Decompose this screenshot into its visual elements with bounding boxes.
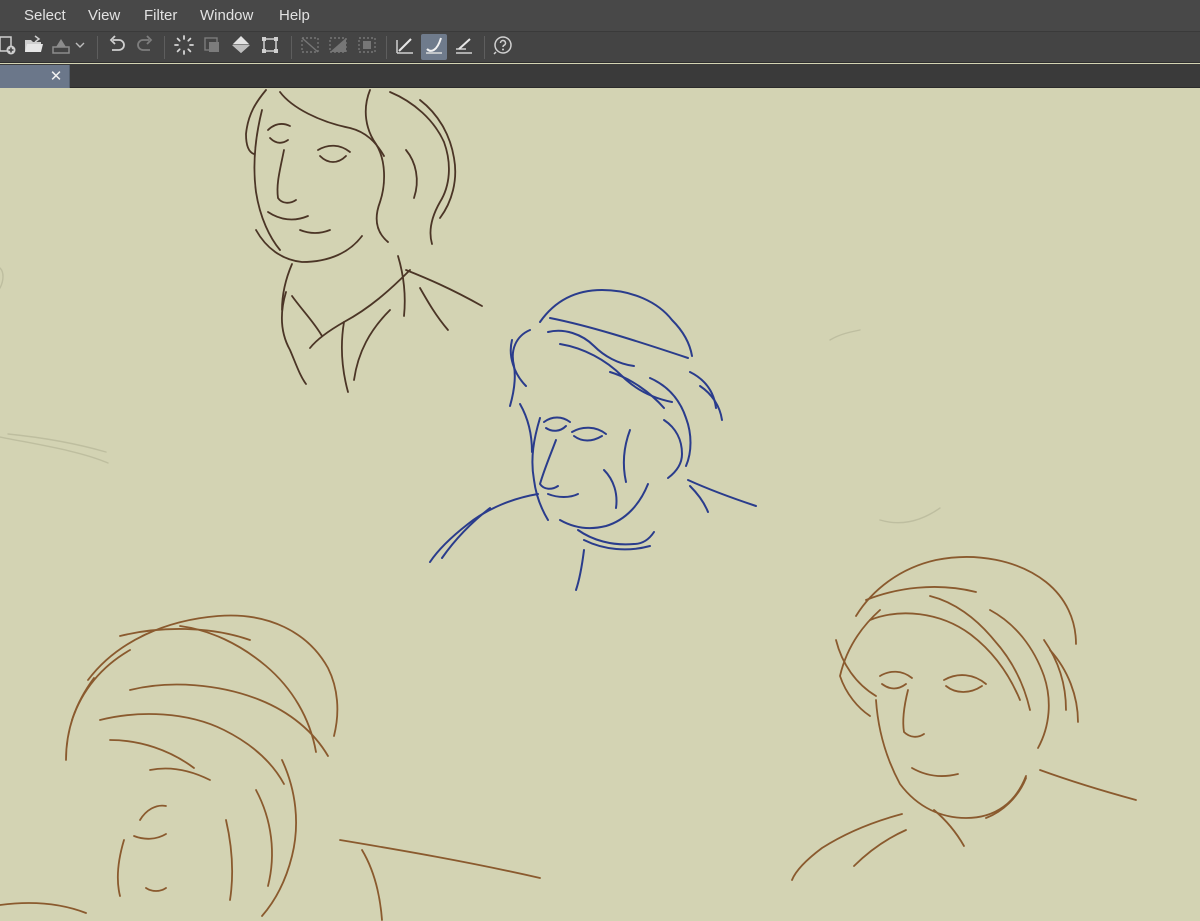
toolbar-separator [97,36,98,59]
sketch-man-top [245,89,483,393]
transform-button[interactable] [257,34,283,60]
redo-button[interactable] [132,34,158,60]
fill-icon [229,34,253,61]
document-tab[interactable]: ✕ [0,65,70,88]
crop-button[interactable] [354,34,380,60]
invert-selection-button[interactable] [325,34,351,60]
help-icon [492,34,514,61]
redo-icon [134,34,156,61]
undo-icon [106,34,128,61]
sketch-stray-strokes [0,267,941,524]
transform-icon [259,34,281,61]
toolbar-separator [484,36,485,59]
command-bar [0,32,1200,63]
menu-filter[interactable]: Filter [144,0,177,32]
menu-help[interactable]: Help [279,0,310,32]
loading-button[interactable] [171,34,197,60]
snap-special-ruler-button[interactable] [421,34,447,60]
sketch-woman-right [791,556,1137,881]
open-button[interactable] [21,34,47,60]
loading-spinner-icon [173,34,195,61]
toolbar-separator [386,36,387,59]
snap-grid-button[interactable] [451,34,477,60]
crop-icon [356,34,378,61]
toolbar-separator [164,36,165,59]
hide-selection-icon [299,34,321,61]
new-canvas-button[interactable] [0,34,20,60]
snap-grid-icon [453,34,475,61]
menu-window[interactable]: Window [200,0,253,32]
snap-ruler-button[interactable] [392,34,418,60]
clear-layer-button[interactable] [199,34,225,60]
help-button[interactable] [490,34,516,60]
menu-bar: Select View Filter Window Help [0,0,1200,32]
save-button[interactable] [48,34,74,60]
menu-select[interactable]: Select [24,0,66,32]
save-icon [50,34,72,61]
open-folder-icon [23,34,45,61]
menu-view[interactable]: View [88,0,120,32]
document-tab-bar: ✕ [0,64,1200,88]
clear-layer-icon [201,34,223,61]
snap-ruler-icon [394,34,416,61]
fill-button[interactable] [228,34,254,60]
snap-special-ruler-icon [423,34,445,61]
drawing-canvas[interactable] [0,88,1200,921]
sketch-man-bottom-left [0,614,541,921]
close-icon[interactable]: ✕ [49,68,63,84]
new-canvas-icon [0,34,18,61]
undo-button[interactable] [104,34,130,60]
save-options-dropdown[interactable] [72,34,88,60]
hide-selection-button[interactable] [297,34,323,60]
invert-selection-icon [327,34,349,61]
toolbar-separator [291,36,292,59]
chevron-down-icon [74,38,86,56]
sketch-woman-blue [429,289,757,591]
